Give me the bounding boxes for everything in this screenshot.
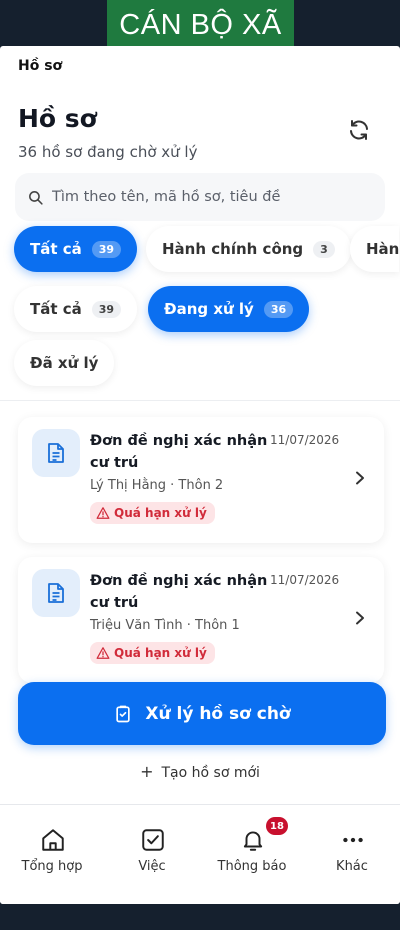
more-icon (343, 837, 363, 843)
chevron-right-icon (356, 471, 364, 485)
chip-label: Hành chính công (162, 240, 304, 258)
clipboard-check-icon (116, 705, 131, 722)
tab-overview[interactable]: Tổng hợp (2, 805, 102, 904)
record-date: 11/07/2026 (270, 573, 340, 587)
chip-count: 36 (263, 300, 294, 318)
search-input[interactable] (52, 189, 372, 205)
tab-label: Thông báo (217, 859, 287, 874)
document-icon (32, 569, 80, 617)
bottom-tab-bar: Tổng hợp Việc Thông báo 18 Khác (0, 804, 400, 904)
chip-label: Đã xử lý (30, 354, 99, 372)
record-title: Đơn đề nghị xác nhận cư trú (90, 573, 268, 611)
tab-label: Tổng hợp (21, 859, 83, 874)
create-record-link[interactable]: + Tạo hồ sơ mới (0, 762, 400, 781)
chip-label: Hàn (366, 240, 400, 258)
page-title: Hồ sơ (18, 104, 97, 133)
page-subtitle: 36 hồ sơ đang chờ xử lý (18, 143, 198, 161)
chip-status-all[interactable]: Tất cả 39 (14, 286, 138, 332)
warning-icon (96, 507, 110, 519)
home-icon (42, 829, 64, 851)
chip-label: Tất cả (30, 300, 82, 318)
chip-category-truncated[interactable]: Hàn (350, 226, 400, 272)
record-card[interactable]: Đơn đề nghị xác nhận cư trú 11/07/2026 T… (18, 557, 384, 683)
chip-count: 39 (91, 300, 122, 318)
refresh-icon[interactable] (347, 118, 371, 142)
chip-category-all[interactable]: Tất cả 39 (14, 226, 138, 272)
role-banner-text: CÁN BỘ XÃ (119, 8, 282, 41)
chip-category-public-admin[interactable]: Hành chính công 3 (146, 226, 351, 272)
badge-label: Quá hạn xử lý (114, 506, 207, 520)
tab-tasks[interactable]: Việc (102, 805, 202, 904)
overdue-badge: Quá hạn xử lý (90, 502, 215, 524)
search-bar[interactable] (15, 173, 385, 221)
notification-count-badge: 18 (266, 817, 288, 835)
tab-notifications[interactable]: Thông báo (202, 805, 302, 904)
record-date: 11/07/2026 (270, 433, 340, 447)
create-record-label: Tạo hồ sơ mới (161, 765, 260, 781)
process-pending-label: Xử lý hồ sơ chờ (145, 703, 291, 724)
record-meta: Lý Thị Hằng · Thôn 2 (90, 478, 224, 493)
chip-status-done[interactable]: Đã xử lý (14, 340, 115, 386)
role-banner: CÁN BỘ XÃ (107, 0, 294, 50)
search-icon (29, 190, 43, 205)
chip-count: 3 (313, 240, 335, 258)
overdue-badge: Quá hạn xử lý (90, 642, 215, 664)
bell-icon (243, 831, 263, 851)
app-screen: Hồ sơ Hồ sơ 36 hồ sơ đang chờ xử lý Tất … (0, 46, 400, 904)
chip-label: Đang xử lý (164, 300, 254, 318)
checkbox-icon (142, 829, 164, 851)
chevron-right-icon (356, 611, 364, 625)
topbar-title: Hồ sơ (18, 58, 63, 74)
tab-label: Việc (138, 859, 166, 874)
chip-count: 39 (91, 240, 122, 258)
badge-label: Quá hạn xử lý (114, 646, 207, 660)
chip-status-processing[interactable]: Đang xử lý 36 (148, 286, 310, 332)
plus-icon: + (140, 762, 154, 781)
chip-label: Tất cả (30, 240, 82, 258)
warning-icon (96, 647, 110, 659)
process-pending-button[interactable]: Xử lý hồ sơ chờ (18, 682, 386, 745)
record-title: Đơn đề nghị xác nhận cư trú (90, 433, 268, 471)
divider (0, 400, 400, 401)
record-meta: Triệu Văn Tình · Thôn 1 (90, 618, 240, 633)
tab-more[interactable]: Khác (302, 805, 400, 904)
document-icon (32, 429, 80, 477)
tab-label: Khác (336, 859, 368, 874)
record-card[interactable]: Đơn đề nghị xác nhận cư trú 11/07/2026 L… (18, 417, 384, 543)
